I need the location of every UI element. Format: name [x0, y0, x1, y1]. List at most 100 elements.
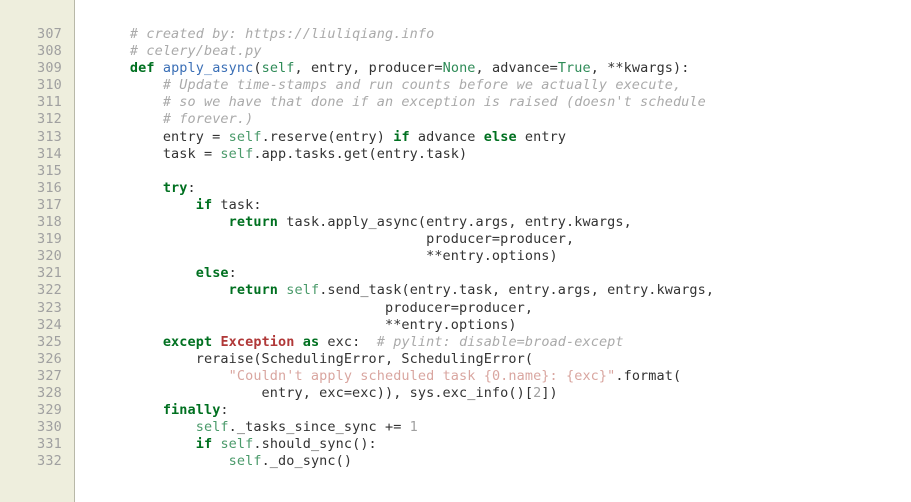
code-line[interactable]: "Couldn't apply scheduled task {0.name}:…: [97, 368, 911, 385]
code-token: :: [187, 179, 196, 196]
code-line[interactable]: self._tasks_since_sync += 1: [97, 419, 911, 436]
code-viewer: 307 308 309 310 311 312 313 314 315 316 317 318 319 3…: [0, 0, 911, 502]
code-token: True: [557, 60, 591, 77]
code-line[interactable]: def apply_async(self, entry, producer=No…: [97, 60, 911, 77]
code-line[interactable]: # Update time-stamps and run counts befo…: [97, 77, 911, 94]
code-token: ._do_sync(): [261, 453, 353, 470]
line-number: 315: [37, 162, 62, 179]
code-token: exc:: [319, 333, 377, 350]
code-line[interactable]: return self.send_task(entry.task, entry.…: [97, 282, 911, 299]
line-number: 317: [37, 196, 62, 213]
line-number: 325: [37, 333, 62, 350]
code-token: task:: [212, 196, 262, 213]
code-line[interactable]: if self.should_sync():: [97, 436, 911, 453]
code-token: task =: [97, 145, 221, 162]
code-token: .reserve(entry): [261, 128, 394, 145]
code-token: producer=producer,: [97, 231, 575, 248]
line-number: 323: [37, 299, 62, 316]
code-token: as: [302, 333, 320, 350]
line-number: 328: [37, 384, 62, 401]
line-number: 316: [37, 179, 62, 196]
code-token: , entry, producer=: [294, 60, 443, 77]
line-number: 320: [37, 248, 62, 265]
code-line[interactable]: producer=producer,: [97, 300, 911, 317]
code-line[interactable]: [97, 163, 911, 180]
code-line[interactable]: entry = self.reserve(entry) if advance e…: [97, 129, 911, 146]
code-token: task.apply_async(entry.args, entry.kwarg…: [278, 214, 632, 231]
code-token: else: [483, 128, 517, 145]
code-line[interactable]: reraise(SchedulingError, SchedulingError…: [97, 351, 911, 368]
code-token: :: [228, 265, 237, 282]
code-line[interactable]: if task:: [97, 197, 911, 214]
code-token: :: [220, 402, 229, 419]
line-number: 327: [37, 367, 62, 384]
code-line[interactable]: except Exception as exc: # pylint: disab…: [97, 334, 911, 351]
code-token: # forever.): [162, 111, 254, 128]
code-token: Exception: [220, 333, 295, 350]
code-line[interactable]: try:: [97, 180, 911, 197]
code-token: ]): [541, 384, 558, 401]
line-number: 309: [37, 60, 62, 77]
code-line[interactable]: # celery/beat.py: [97, 43, 911, 60]
code-token: self: [261, 60, 295, 77]
line-number: 324: [37, 316, 62, 333]
line-number: 314: [37, 145, 62, 162]
code-token: self: [228, 128, 262, 145]
code-token: if: [393, 128, 410, 145]
code-token: self: [195, 419, 229, 436]
code-token: except: [162, 333, 213, 350]
code-content-area[interactable]: # created by: https://liuliqiang.info # …: [75, 0, 911, 502]
code-line[interactable]: # forever.): [97, 111, 911, 128]
code-line[interactable]: # so we have that done if an exception i…: [97, 94, 911, 111]
code-token: .send_task(entry.task, entry.args, entry…: [319, 282, 715, 299]
code-line[interactable]: task = self.app.tasks.get(entry.task): [97, 146, 911, 163]
code-line[interactable]: else:: [97, 265, 911, 282]
code-line[interactable]: entry, exc=exc)), sys.exc_info()[2]): [97, 385, 911, 402]
line-number: 326: [37, 350, 62, 367]
code-token: if: [195, 436, 213, 453]
code-token: # created by: https://liuliqiang.info: [129, 26, 435, 42]
code-token: # celery/beat.py: [129, 43, 262, 60]
code-token: entry, exc=exc)), sys.exc_info()[: [97, 384, 534, 401]
line-number: 308: [37, 43, 62, 60]
code-token: producer=producer,: [97, 299, 534, 316]
code-token: **entry.options): [97, 316, 517, 333]
line-number: 322: [37, 282, 62, 299]
code-token: advance: [409, 128, 484, 145]
code-token: (: [253, 60, 262, 77]
code-line[interactable]: return task.apply_async(entry.args, entr…: [97, 214, 911, 231]
code-token: "Couldn't apply scheduled task {0.name}:…: [228, 367, 616, 384]
code-token: .format(: [615, 367, 682, 384]
code-line[interactable]: self._do_sync(): [97, 453, 911, 470]
code-token: , **kwargs):: [590, 60, 690, 77]
code-token: 1: [409, 419, 418, 436]
code-token: entry: [516, 128, 567, 145]
code-token: else: [195, 265, 229, 282]
code-token: entry =: [97, 128, 229, 145]
code-line[interactable]: finally:: [97, 402, 911, 419]
line-number: 313: [37, 128, 62, 145]
code-token: .should_sync():: [253, 436, 377, 453]
code-line[interactable]: **entry.options): [97, 248, 911, 265]
code-token: def: [129, 60, 155, 77]
line-number: 330: [37, 419, 62, 436]
code-token: self: [220, 436, 254, 453]
code-line[interactable]: **entry.options): [97, 317, 911, 334]
line-number: 311: [37, 94, 62, 111]
code-line[interactable]: producer=producer,: [97, 231, 911, 248]
code-token: finally: [162, 402, 221, 419]
line-number: 310: [37, 77, 62, 94]
code-line[interactable]: # created by: https://liuliqiang.info: [97, 26, 911, 43]
code-token: .app.tasks.get(entry.task): [253, 145, 468, 162]
line-number: 307: [37, 26, 62, 42]
